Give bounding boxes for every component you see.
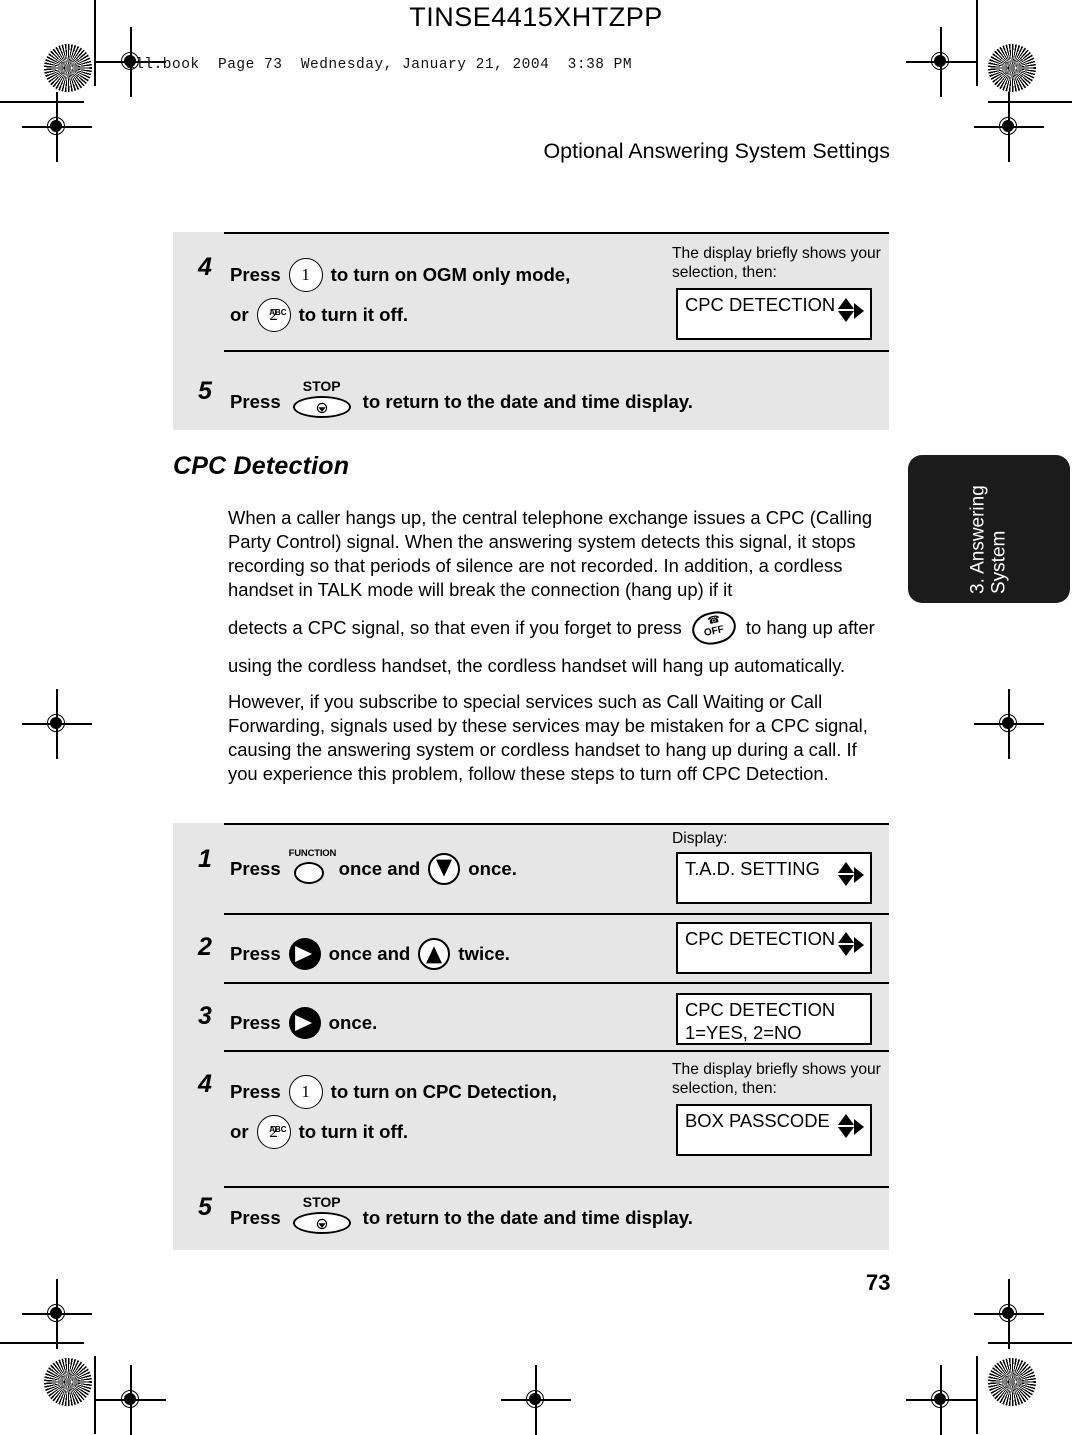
press-label: Press — [230, 1081, 281, 1102]
key-2-abc-icon[interactable]: 2 ABC — [256, 298, 291, 332]
step-rule-b0 — [224, 823, 889, 825]
key-1-icon[interactable]: 1 — [288, 1075, 323, 1109]
lcd-line-1: CPC DETECTION — [685, 999, 836, 1020]
step-number: 3 — [198, 1002, 212, 1030]
step-line-2: or 2 ABC to turn it off. — [230, 1115, 408, 1149]
key-stop-icon[interactable]: STOP — [289, 378, 355, 422]
paragraph-2-text: detects a CPC signal, so that even if yo… — [228, 617, 682, 638]
step-line-1: Press 1 to turn on CPC Detection, — [230, 1075, 557, 1109]
stop-glyph-icon — [316, 402, 327, 414]
key-2-abc-icon[interactable]: 2 ABC — [256, 1115, 291, 1149]
thumb-tab-answering-system: 3. Answering System — [908, 455, 1070, 603]
paragraph-1: When a caller hangs up, the central tele… — [228, 507, 873, 600]
key-function-label: FUNCTION — [288, 848, 337, 859]
step-rule-top-2 — [224, 350, 889, 352]
paragraph-4: However, if you subscribe to special ser… — [228, 691, 868, 784]
lcd-line-1: T.A.D. SETTING — [685, 858, 820, 879]
step-rule-b2 — [224, 982, 889, 984]
lcd-line-1: CPC DETECTION — [685, 294, 836, 315]
key-stop-label: STOP — [302, 1194, 341, 1210]
paragraph-2-with-off-key: detects a CPC signal, so that even if yo… — [228, 607, 875, 649]
step-text: to turn on CPC Detection, — [330, 1081, 557, 1102]
step-text: once and — [338, 858, 421, 879]
stop-glyph-icon — [316, 1218, 327, 1230]
step-number: 4 — [198, 253, 212, 281]
key-1-icon[interactable]: 1 — [288, 258, 323, 292]
step-text-end: once. — [468, 858, 517, 879]
step-text-end: twice. — [458, 943, 510, 964]
step-rule-b4 — [224, 1186, 889, 1188]
key-2-sub-label: ABC — [269, 1125, 287, 1134]
step-text: to turn it off. — [298, 304, 409, 325]
lcd-line-1: BOX PASSCODE — [685, 1110, 830, 1131]
page-content: Optional Answering System Settings 3. An… — [0, 0, 1072, 1434]
step-line-1: Press STOP to return to the date and tim… — [230, 378, 693, 422]
key-right-arrow-icon[interactable] — [288, 938, 321, 970]
key-stop-label: STOP — [302, 378, 341, 394]
lcd-display: CPC DETECTION 1=YES, 2=NO — [676, 993, 872, 1045]
lcd-display: CPC DETECTION — [676, 288, 872, 340]
running-head: Optional Answering System Settings — [543, 139, 890, 163]
or-label: or — [230, 304, 249, 325]
press-label: Press — [230, 858, 281, 879]
step-number: 1 — [198, 845, 212, 873]
key-down-arrow-icon[interactable] — [428, 853, 461, 885]
step-text: to turn on OGM only mode, — [330, 264, 571, 285]
display-label: Display: — [672, 830, 728, 847]
key-function-icon[interactable]: FUNCTION — [289, 848, 336, 888]
step-line-1: Press 1 to turn on OGM only mode, — [230, 258, 570, 292]
key-stop-icon[interactable]: STOP — [289, 1194, 355, 1238]
lcd-scroll-arrows-icon — [837, 862, 864, 888]
step-text: to return to the date and time display. — [362, 1207, 693, 1228]
display-note: The display briefly shows your selection… — [672, 1061, 881, 1098]
step-text: once and — [328, 943, 411, 964]
step-text: to return to the date and time display. — [362, 391, 693, 412]
press-label: Press — [230, 943, 281, 964]
paragraph-2-text-cont: to hang up after — [745, 617, 875, 638]
lcd-display: T.A.D. SETTING — [676, 852, 872, 904]
step-line-1: Press once. — [230, 1007, 377, 1039]
step-number: 2 — [198, 933, 212, 961]
step-text: once. — [328, 1012, 378, 1033]
page-number: 73 — [866, 1270, 891, 1295]
press-label: Press — [230, 264, 281, 285]
thumb-tab-label: 3. Answering System — [967, 485, 1010, 594]
step-line-2: or 2 ABC to turn it off. — [230, 298, 408, 332]
key-1-label: 1 — [301, 1082, 310, 1101]
key-off-icon[interactable]: ☎ OFF — [689, 607, 739, 649]
or-label: or — [230, 1121, 249, 1142]
key-right-arrow-icon[interactable] — [288, 1007, 321, 1039]
lcd-scroll-arrows-icon — [837, 932, 864, 958]
press-label: Press — [230, 1012, 281, 1033]
step-rule-b3 — [224, 1050, 889, 1052]
lcd-display: BOX PASSCODE — [676, 1104, 872, 1156]
press-label: Press — [230, 391, 281, 412]
step-line-1: Press FUNCTION once and once. — [230, 848, 517, 888]
step-line-1: Press STOP to return to the date and tim… — [230, 1194, 693, 1238]
lcd-line-1: CPC DETECTION — [685, 928, 836, 949]
section-heading: CPC Detection — [173, 452, 350, 480]
display-note: The display briefly shows your selection… — [672, 245, 881, 282]
step-number: 5 — [198, 1193, 212, 1221]
lcd-line-2: 1=YES, 2=NO — [685, 1022, 802, 1043]
paragraph-3: using the cordless handset, the cordless… — [228, 655, 846, 676]
lcd-display: CPC DETECTION — [676, 922, 872, 974]
step-rule-b1 — [224, 913, 889, 915]
key-1-label: 1 — [301, 265, 310, 284]
step-text: to turn it off. — [298, 1121, 409, 1142]
key-2-sub-label: ABC — [269, 308, 287, 317]
lcd-scroll-arrows-icon — [837, 298, 864, 324]
step-number: 4 — [198, 1070, 212, 1098]
press-label: Press — [230, 1207, 281, 1228]
step-line-1: Press once and twice. — [230, 938, 510, 970]
step-rule-top — [224, 232, 889, 234]
key-up-arrow-icon[interactable] — [418, 938, 451, 970]
lcd-scroll-arrows-icon — [837, 1114, 864, 1140]
step-number: 5 — [198, 377, 212, 405]
